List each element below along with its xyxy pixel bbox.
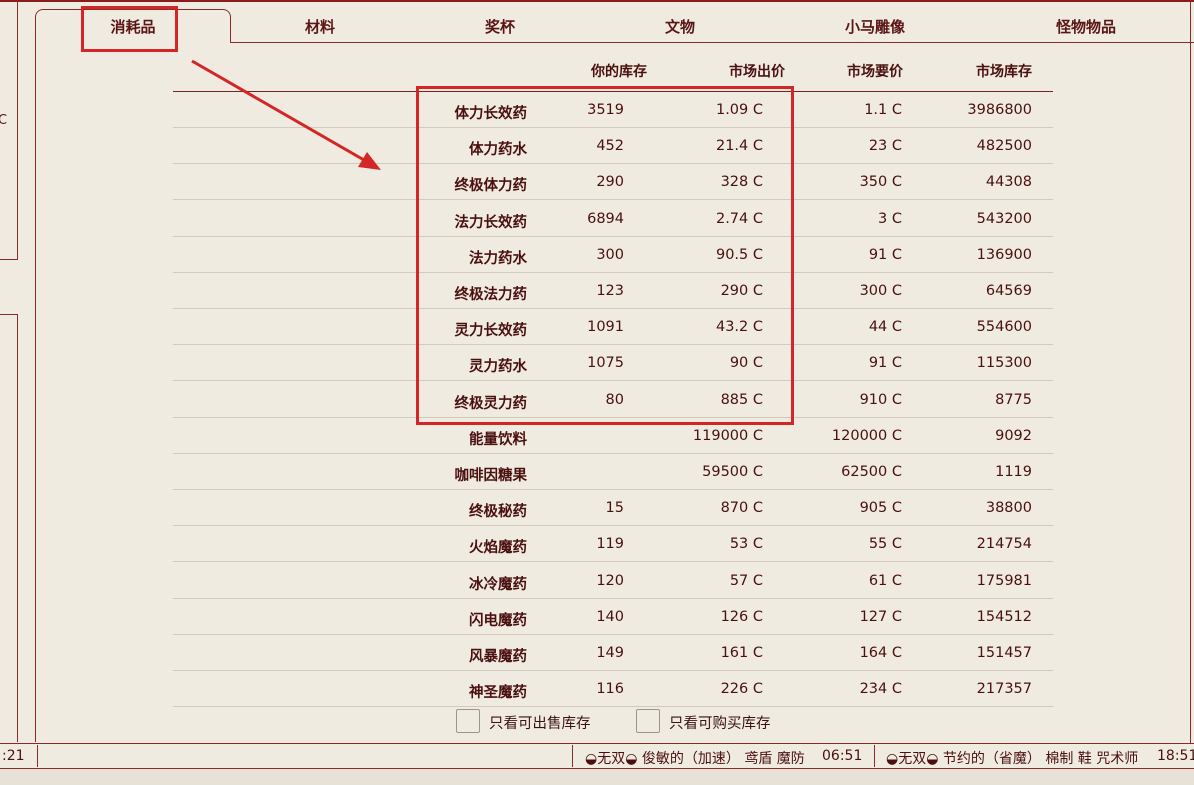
item-your-stock: 120 xyxy=(596,572,624,589)
item-market-bid: 870 C xyxy=(720,500,763,517)
item-market-ask: 91 C xyxy=(868,355,902,372)
item-market-ask: 905 C xyxy=(859,500,902,517)
column-header-market-bid[interactable]: 市场出价 xyxy=(729,61,785,81)
buyable-only-checkbox[interactable] xyxy=(636,709,660,733)
annotation-tab-box xyxy=(81,6,178,52)
item-market-stock: 217357 xyxy=(976,681,1032,698)
column-header-market-ask[interactable]: 市场要价 xyxy=(847,61,903,81)
item-market-ask: 350 C xyxy=(859,174,902,191)
equipment-slot-2-time: 18:51 xyxy=(1157,748,1194,764)
item-market-stock: 543200 xyxy=(976,210,1032,227)
tab-materials[interactable]: 材料 xyxy=(280,16,360,38)
item-market-bid: 119000 C xyxy=(692,427,763,444)
item-market-stock: 175981 xyxy=(976,572,1032,589)
item-market-ask: 164 C xyxy=(859,645,902,661)
item-name: 神圣魔药 xyxy=(469,685,527,702)
status-divider xyxy=(874,745,875,767)
tab-bar-baseline xyxy=(230,42,1194,43)
content-left-border xyxy=(35,28,36,742)
buyable-only-label[interactable]: 只看可购买库存 xyxy=(669,712,771,733)
tab-trophies[interactable]: 奖杯 xyxy=(460,16,540,38)
item-market-ask: 62500 C xyxy=(841,464,902,480)
item-market-stock: 44308 xyxy=(985,174,1032,191)
right-border xyxy=(1190,0,1191,745)
equipment-slot-2[interactable]: ◒无双◒ 节约的（省魔） 棉制 鞋 咒术师 xyxy=(886,748,1138,768)
item-your-stock: 119 xyxy=(596,536,624,553)
window-top-border xyxy=(0,0,1194,2)
item-market-stock: 214754 xyxy=(976,536,1032,553)
item-market-ask: 91 C xyxy=(868,246,902,263)
table-row[interactable]: 冰冷魔药 120 57 C 61 C 175981 xyxy=(173,563,1053,599)
item-name: 能量饮料 xyxy=(469,431,527,448)
sellable-only-checkbox[interactable] xyxy=(456,709,480,733)
item-market-ask: 3 C xyxy=(878,210,902,227)
item-market-stock: 64569 xyxy=(985,283,1032,299)
status-divider xyxy=(572,745,573,767)
left-panel-clipped-text: C xyxy=(0,113,8,128)
item-market-ask: 23 C xyxy=(868,138,902,155)
column-header-market-stock[interactable]: 市场库存 xyxy=(976,61,1032,81)
table-row[interactable]: 火焰魔药 119 53 C 55 C 214754 xyxy=(173,526,1053,563)
equipment-slot-1-time: 06:51 xyxy=(822,748,863,764)
item-market-bid: 53 C xyxy=(729,536,763,553)
item-market-ask: 127 C xyxy=(859,608,902,625)
item-market-bid: 126 C xyxy=(720,608,763,625)
equipment-slot-1[interactable]: ◒无双◒ 俊敏的（加速） 鸢盾 魔防 xyxy=(585,748,805,768)
item-name: 咖啡因糖果 xyxy=(454,468,528,484)
item-market-ask: 234 C xyxy=(859,681,902,698)
item-name: 风暴魔药 xyxy=(469,649,527,665)
item-market-stock: 136900 xyxy=(976,246,1032,263)
item-market-stock: 554600 xyxy=(976,319,1032,336)
table-row[interactable]: 神圣魔药 116 226 C 234 C 217357 xyxy=(173,671,1053,708)
annotation-highlight-box xyxy=(416,86,794,425)
item-your-stock: 140 xyxy=(596,608,624,625)
item-market-stock: 9092 xyxy=(995,427,1032,444)
status-divider xyxy=(37,745,38,767)
item-market-bid: 161 C xyxy=(720,645,763,661)
item-market-stock: 1119 xyxy=(995,464,1032,480)
column-header-your-stock[interactable]: 你的库存 xyxy=(591,61,647,81)
tab-pony-figurines[interactable]: 小马雕像 xyxy=(825,16,925,38)
sellable-only-label[interactable]: 只看可出售库存 xyxy=(489,712,591,733)
item-market-bid: 226 C xyxy=(720,681,763,698)
left-side-panel-lower xyxy=(0,314,18,742)
item-name: 闪电魔药 xyxy=(469,612,527,629)
item-market-stock: 8775 xyxy=(995,391,1032,408)
item-market-ask: 300 C xyxy=(859,283,902,299)
item-market-stock: 115300 xyxy=(976,355,1032,372)
bottom-strip xyxy=(0,769,1194,785)
item-market-stock: 151457 xyxy=(976,645,1032,661)
item-market-stock: 482500 xyxy=(976,138,1032,155)
tab-artifacts[interactable]: 文物 xyxy=(640,16,720,38)
table-row[interactable]: 闪电魔药 140 126 C 127 C 154512 xyxy=(173,599,1053,635)
tab-monster-items[interactable]: 怪物物品 xyxy=(1036,16,1136,38)
item-market-ask: 55 C xyxy=(868,536,902,553)
item-market-ask: 120000 C xyxy=(831,427,902,444)
item-market-ask: 1.1 C xyxy=(864,102,902,118)
item-market-stock: 38800 xyxy=(985,500,1032,517)
item-your-stock: 15 xyxy=(605,500,624,517)
item-market-stock: 3986800 xyxy=(967,102,1032,118)
item-name: 冰冷魔药 xyxy=(469,576,527,593)
item-your-stock: 116 xyxy=(596,681,624,698)
left-side-panel: C xyxy=(0,0,18,260)
item-market-ask: 61 C xyxy=(868,572,902,589)
item-market-stock: 154512 xyxy=(976,608,1032,625)
item-market-bid: 57 C xyxy=(729,572,763,589)
item-name: 火焰魔药 xyxy=(469,540,527,557)
table-row[interactable]: 咖啡因糖果 59500 C 62500 C 1119 xyxy=(173,454,1053,490)
item-your-stock: 149 xyxy=(596,645,624,661)
table-row[interactable]: 风暴魔药 149 161 C 164 C 151457 xyxy=(173,635,1053,671)
status-time-left: :21 xyxy=(2,748,25,764)
table-row[interactable]: 终极秘药 15 870 C 905 C 38800 xyxy=(173,490,1053,527)
item-market-ask: 910 C xyxy=(859,391,902,408)
item-market-bid: 59500 C xyxy=(702,464,763,480)
item-market-ask: 44 C xyxy=(868,319,902,336)
item-name: 终极秘药 xyxy=(469,504,527,521)
